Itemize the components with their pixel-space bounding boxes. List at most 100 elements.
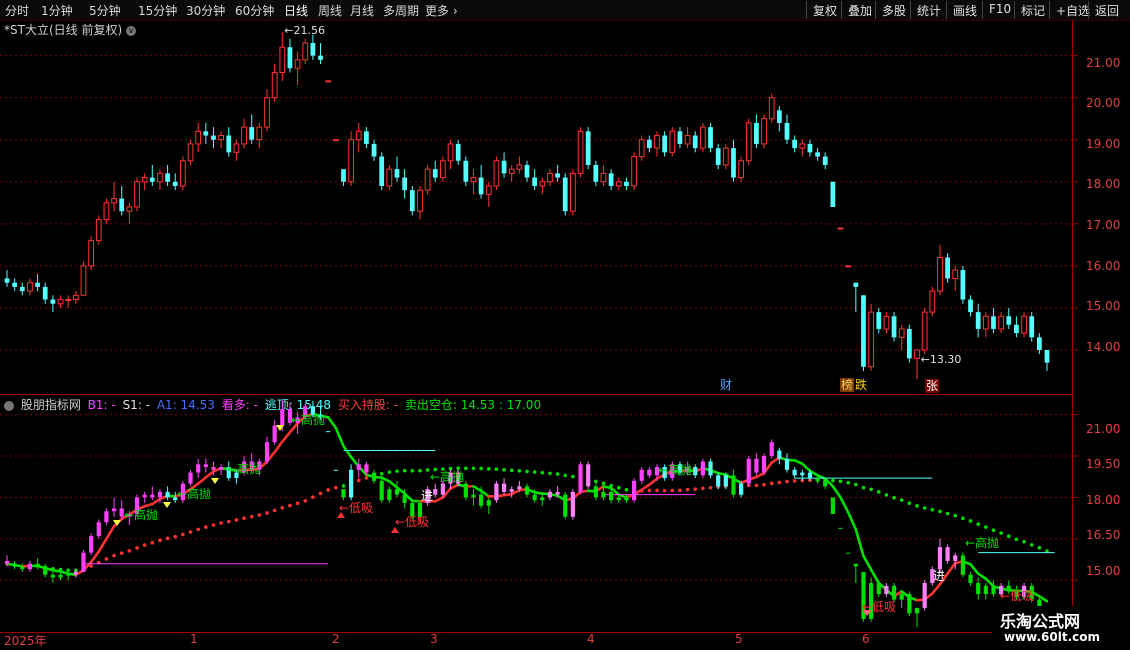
trend-dot — [769, 481, 774, 486]
candle-body — [455, 143, 461, 161]
trend-dot — [433, 467, 438, 472]
candle-body — [968, 299, 973, 313]
trend-line — [219, 466, 231, 471]
candle-body — [1006, 316, 1012, 325]
trend-line — [196, 476, 208, 485]
trend-dot — [1006, 534, 1011, 539]
trend-line — [135, 504, 146, 511]
candle-body — [982, 315, 989, 330]
period-tab-5min[interactable]: 5分钟 — [89, 2, 121, 19]
period-tab-multi[interactable]: 多周期 — [383, 2, 419, 19]
trend-dot — [693, 487, 698, 491]
candle-body — [700, 126, 706, 149]
trend-line — [456, 483, 468, 488]
period-tab-fenshi[interactable]: 分时 — [5, 2, 29, 19]
f10-button[interactable]: F10 — [982, 1, 1017, 19]
candle-body — [187, 143, 194, 162]
period-tab-1min[interactable]: 1分钟 — [41, 2, 73, 19]
ind-candle-body — [417, 502, 423, 517]
candle-body — [952, 269, 959, 279]
trend-line — [212, 466, 223, 473]
period-tab-more[interactable]: 更多 › — [425, 2, 458, 19]
trend-dot — [464, 466, 468, 471]
trend-dot — [135, 546, 139, 550]
dropdown-circle-icon[interactable]: v — [126, 25, 137, 36]
ind-candle-body — [555, 491, 560, 495]
trend-dot — [1014, 537, 1019, 542]
ind-candle-body — [930, 569, 935, 584]
trend-dot — [372, 473, 376, 478]
trend-dot — [616, 485, 621, 490]
ind-candle-body — [318, 414, 323, 418]
trend-dot — [502, 468, 506, 472]
period-tab-daily[interactable]: 日线 — [284, 2, 308, 19]
ind-candle-body — [425, 489, 430, 503]
event-marker-bg — [925, 379, 939, 393]
trend-line — [128, 508, 139, 516]
trend-line — [923, 592, 934, 601]
stock-title: *ST大立(日线 前复权) — [4, 23, 123, 37]
huaxian-button[interactable]: 画线 — [946, 1, 983, 19]
trend-line — [326, 416, 338, 430]
dixi-label: ←低吸 — [1000, 589, 1034, 603]
candle-body — [95, 219, 102, 242]
candle-body — [868, 311, 874, 368]
duogu-button[interactable]: 多股 — [875, 1, 912, 19]
gaopao-label: ←高抛 — [291, 412, 325, 427]
watermark-title: 乐淘公式网 — [1000, 612, 1081, 631]
candle-body — [792, 139, 798, 149]
biaoji-button[interactable]: 标记 — [1014, 1, 1051, 19]
period-tab-60min[interactable]: 60分钟 — [235, 2, 274, 19]
indicator-lines — [5, 412, 1055, 603]
candle-body — [302, 42, 309, 61]
trend-dot — [876, 490, 881, 494]
period-tab-monthly[interactable]: 月线 — [350, 2, 374, 19]
trend-dot — [58, 567, 63, 572]
fuquan-button[interactable]: 复权 — [806, 1, 843, 19]
ind-candle-body — [563, 494, 568, 517]
trend-line — [670, 469, 682, 473]
indicator-menu-icon[interactable] — [4, 400, 14, 411]
trend-dot — [234, 518, 239, 522]
candle-body — [593, 164, 599, 182]
candle-body — [249, 127, 255, 140]
period-tab-30min[interactable]: 30分钟 — [186, 2, 225, 19]
trend-line — [778, 456, 789, 462]
ind-candle-body — [66, 574, 71, 576]
ind-candle-body — [12, 563, 17, 567]
trend-dot — [540, 470, 545, 475]
kline-chart[interactable]: ←21.56 ←13.30 财 榜跌 张 ←高抛 ←高抛 ←高抛 ←高抛 ←高抛 ←高抛 ←高抛 ←低吸… — [0, 0, 1130, 650]
ind-candle-body — [907, 594, 912, 614]
trend-dot — [387, 470, 392, 474]
trend-dot — [831, 478, 835, 483]
trend-dot — [127, 549, 132, 553]
trend-line — [158, 494, 169, 501]
tongji-button[interactable]: 统计 — [910, 1, 947, 19]
ind-candle-body — [333, 469, 338, 471]
trend-dot — [815, 478, 820, 482]
candle-body — [715, 148, 721, 165]
candle-body — [493, 160, 500, 187]
trend-dot — [991, 528, 996, 533]
ind-candle-body — [4, 560, 10, 564]
trend-dot — [395, 469, 399, 473]
trend-line — [640, 483, 651, 491]
trend-line — [357, 465, 368, 477]
ind-candle-body — [685, 467, 690, 473]
period-tab-weekly[interactable]: 周线 — [318, 2, 342, 19]
candle-body — [57, 299, 64, 305]
trend-line — [74, 569, 85, 577]
candle-body — [364, 131, 369, 144]
watermark-url: www.60lt.com — [1004, 630, 1101, 644]
trend-dot — [104, 557, 109, 561]
ind-candle-body — [1014, 591, 1019, 597]
period-tab-15min[interactable]: 15分钟 — [138, 2, 177, 19]
indicator-name[interactable]: 股朋指标网 — [21, 398, 81, 412]
trend-dot — [662, 488, 667, 493]
candle-body — [287, 47, 293, 69]
trend-dot — [563, 473, 568, 478]
trend-dot — [708, 485, 713, 490]
trend-dot — [35, 564, 40, 568]
diejia-button[interactable]: 叠加 — [841, 1, 878, 19]
gaopao-label: ←高抛 — [124, 507, 158, 522]
